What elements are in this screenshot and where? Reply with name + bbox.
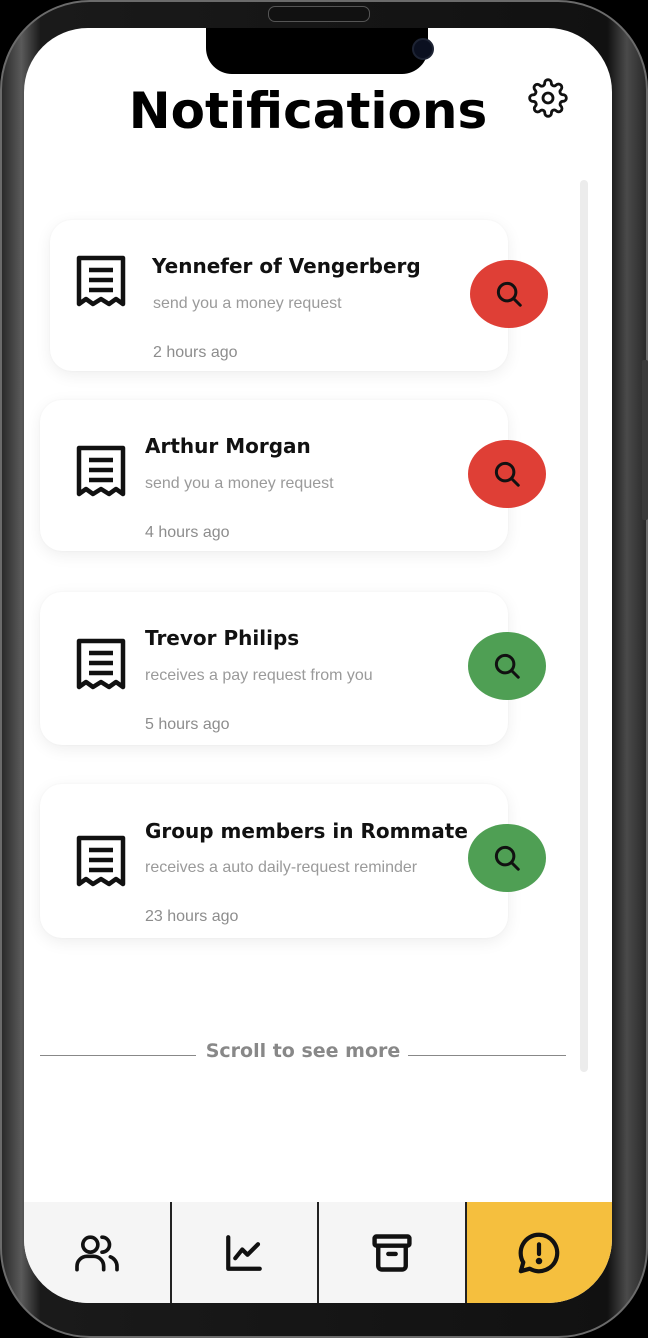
notification-name: Arthur Morgan — [145, 434, 311, 458]
view-request-button[interactable] — [468, 824, 546, 892]
notification-card[interactable]: Yennefer of Vengerberg send you a money … — [50, 220, 508, 371]
notification-name: Group members in Rommate — [145, 819, 468, 843]
notification-time: 23 hours ago — [145, 908, 239, 925]
notification-message: send you a money request — [153, 295, 342, 312]
bottom-tab-bar — [24, 1202, 612, 1303]
notification-message: receives a pay request from you — [145, 667, 373, 684]
scroll-hint: Scroll to see more — [40, 1038, 566, 1068]
search-icon — [494, 653, 520, 679]
camera-icon — [412, 38, 434, 60]
notification-name: Trevor Philips — [145, 626, 300, 650]
receipt-icon — [76, 445, 126, 497]
settings-button[interactable] — [528, 78, 568, 118]
side-button — [642, 360, 648, 520]
alert-message-icon — [518, 1232, 560, 1273]
notification-name: Yennefer of Vengerberg — [152, 254, 421, 278]
chart-line-icon — [226, 1234, 263, 1271]
gear-icon — [528, 78, 568, 118]
notification-card[interactable]: Group members in Rommate receives a auto… — [40, 784, 508, 938]
scroll-hint-text: Scroll to see more — [205, 1040, 401, 1062]
page-title: Notifications — [128, 82, 488, 140]
notch — [206, 28, 434, 74]
tab-archive[interactable] — [319, 1202, 467, 1303]
users-icon — [74, 1234, 119, 1271]
view-request-button[interactable] — [468, 440, 546, 508]
notification-card[interactable]: Trevor Philips receives a pay request fr… — [40, 592, 508, 745]
screen: Notifications Yennefer of Vengerberg sen… — [24, 28, 612, 1303]
view-request-button[interactable] — [470, 260, 548, 328]
receipt-icon — [76, 835, 126, 887]
receipt-icon — [76, 638, 126, 690]
archive-icon — [372, 1233, 412, 1272]
search-icon — [494, 461, 520, 487]
notification-message: send you a money request — [145, 475, 334, 492]
tab-notifications[interactable] — [466, 1202, 612, 1303]
notification-card[interactable]: Arthur Morgan send you a money request 4… — [40, 400, 508, 551]
search-icon — [494, 845, 520, 871]
tab-statistics[interactable] — [171, 1202, 319, 1303]
divider-right — [408, 1055, 566, 1056]
scrollbar[interactable] — [580, 180, 588, 1072]
notification-time: 5 hours ago — [145, 716, 230, 733]
view-request-button[interactable] — [468, 632, 546, 700]
speaker-grille — [268, 6, 370, 22]
receipt-icon — [76, 255, 126, 307]
notification-time: 2 hours ago — [153, 344, 238, 361]
tab-friends[interactable] — [24, 1202, 172, 1303]
search-icon — [496, 281, 522, 307]
notification-message: receives a auto daily-request reminder — [145, 859, 418, 876]
notification-time: 4 hours ago — [145, 524, 230, 541]
